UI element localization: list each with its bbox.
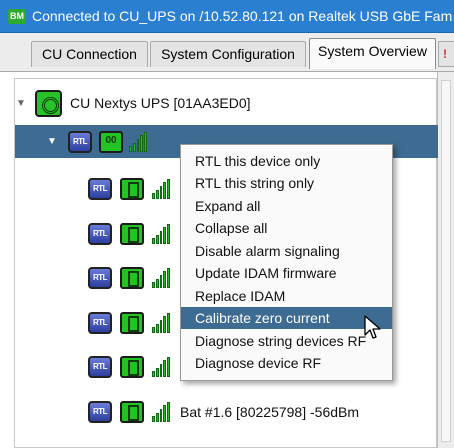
menu-item-rtl-string[interactable]: RTL this string only (181, 172, 392, 194)
battery-icon (120, 223, 144, 245)
expand-arrow-icon[interactable]: ▼ (15, 97, 27, 109)
menu-item-replace-idam[interactable]: Replace IDAM (181, 285, 392, 307)
battery-node-2[interactable]: RTL (88, 220, 180, 248)
rtl-icon: RTL (88, 223, 112, 245)
rtl-icon: RTL (68, 130, 92, 153)
tab-overflow[interactable]: ! (438, 41, 454, 67)
signal-strength-icon (152, 268, 170, 288)
menu-item-rtl-device[interactable]: RTL this device only (181, 150, 392, 172)
app-logo-icon: BM (8, 9, 26, 24)
menu-item-disable-alarm[interactable]: Disable alarm signaling (181, 240, 392, 262)
root-node-label: CU Nextys UPS [01AA3ED0] (70, 95, 251, 111)
battery-node-3[interactable]: RTL (88, 264, 180, 292)
ups-icon (35, 89, 62, 117)
tree-root-node[interactable]: ▼ CU Nextys UPS [01AA3ED0] (15, 86, 415, 120)
signal-strength-icon (152, 179, 170, 199)
menu-item-diagnose-device-rf[interactable]: Diagnose device RF (181, 352, 392, 374)
battery-icon (120, 312, 144, 334)
right-side-panel (437, 72, 454, 448)
rtl-icon: RTL (88, 267, 112, 289)
battery-node-6[interactable]: RTL Bat #1.6 [80225798] -56dBm (88, 398, 359, 426)
window-title: Connected to CU_UPS on /10.52.80.121 on … (32, 8, 453, 24)
battery-icon (120, 356, 144, 378)
rtl-icon: RTL (88, 178, 112, 200)
signal-strength-icon (129, 131, 147, 152)
tab-strip: CU Connection System Configuration Syste… (0, 33, 454, 72)
battery-icon (120, 178, 144, 200)
battery-node-label: Bat #1.6 [80225798] -56dBm (180, 404, 360, 420)
rtl-icon: RTL (88, 356, 112, 378)
context-menu: RTL this device only RTL this string onl… (180, 144, 393, 381)
tab-cu-connection[interactable]: CU Connection (31, 41, 148, 67)
menu-item-update-firmware[interactable]: Update IDAM firmware (181, 262, 392, 284)
expand-arrow-icon[interactable]: ▼ (46, 136, 58, 148)
title-bar: BM Connected to CU_UPS on /10.52.80.121 … (0, 0, 454, 33)
signal-strength-icon (152, 402, 170, 422)
battery-node-4[interactable]: RTL (88, 309, 180, 337)
tab-system-configuration[interactable]: System Configuration (150, 41, 306, 67)
signal-strength-icon (152, 313, 170, 333)
menu-item-calibrate-zero-current[interactable]: Calibrate zero current (181, 307, 392, 329)
battery-node-1[interactable]: RTL (88, 175, 180, 203)
battery-string-icon: 00 (99, 130, 123, 153)
menu-item-expand-all[interactable]: Expand all (181, 195, 392, 217)
signal-strength-icon (152, 357, 170, 377)
tab-system-overview[interactable]: System Overview (309, 38, 436, 69)
signal-strength-icon (152, 224, 170, 244)
rtl-icon: RTL (88, 401, 112, 423)
rtl-icon: RTL (88, 312, 112, 334)
battery-icon (120, 267, 144, 289)
battery-icon (120, 401, 144, 423)
menu-item-diagnose-string-rf[interactable]: Diagnose string devices RF (181, 330, 392, 352)
battery-node-5[interactable]: RTL (88, 353, 180, 381)
menu-item-collapse-all[interactable]: Collapse all (181, 217, 392, 239)
mouse-cursor-icon (364, 315, 381, 339)
